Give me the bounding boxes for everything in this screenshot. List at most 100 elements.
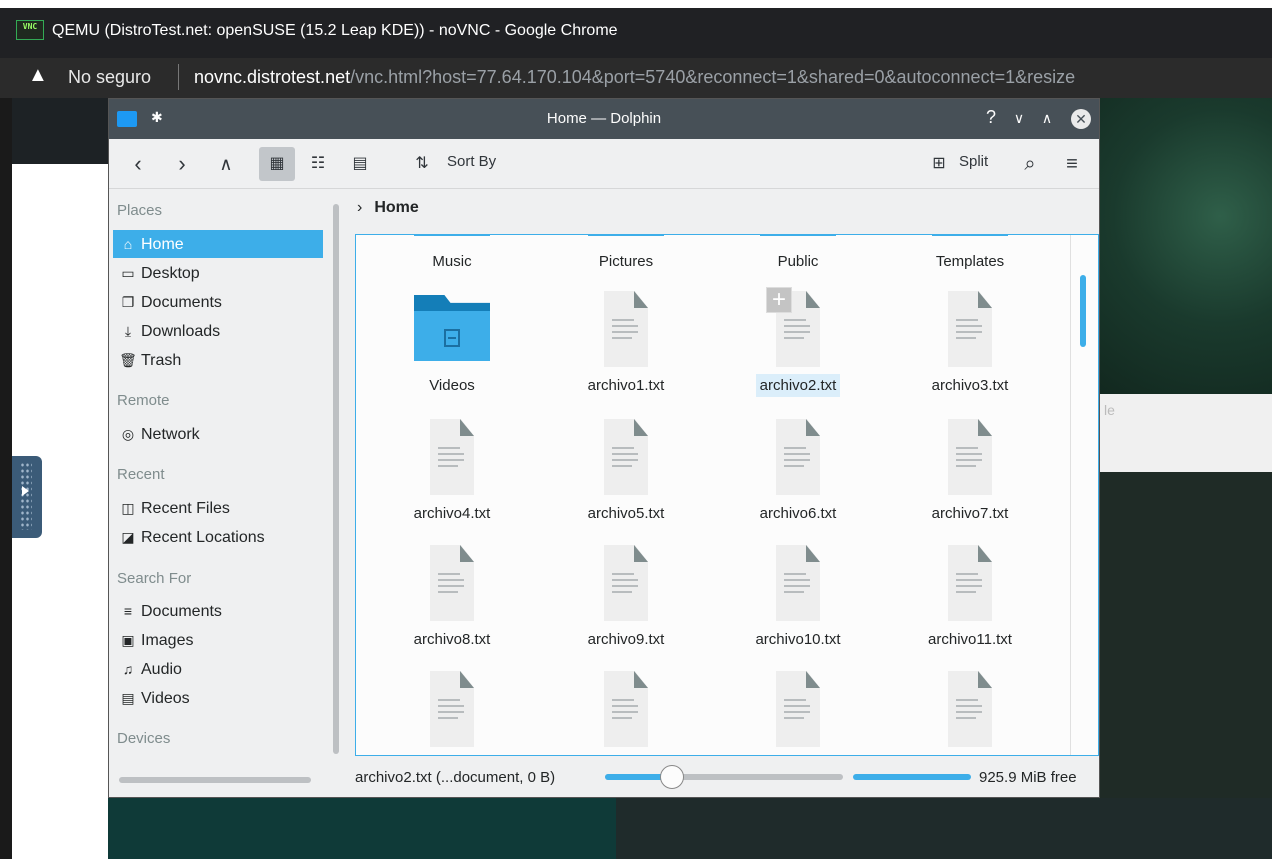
text-file-icon	[430, 671, 474, 747]
file-item[interactable]	[372, 671, 532, 755]
maximize-icon[interactable]: ∧	[1035, 110, 1059, 127]
file-label: Music	[432, 253, 472, 270]
novnc-control-bar-handle[interactable]	[12, 456, 42, 538]
text-file-icon	[604, 291, 648, 367]
file-item-archivo4[interactable]: archivo4.txt	[372, 419, 532, 547]
file-item-archivo6[interactable]: archivo6.txt	[718, 419, 878, 547]
folder-item-videos[interactable]: Videos	[372, 291, 532, 419]
details-view-icon[interactable]: ▤	[345, 147, 375, 181]
file-item-archivo2[interactable]: + archivo2.txt	[718, 287, 878, 419]
text-file-icon	[948, 545, 992, 621]
file-label: archivo6.txt	[759, 505, 837, 522]
places-scrollbar[interactable]	[333, 204, 339, 754]
file-label: archivo5.txt	[587, 505, 665, 522]
dolphin-window: ✱ Home — Dolphin ? ∨ ∧ ✕ ‹ › ∧ ▦ ☷ ▤ ⇅ S…	[108, 98, 1100, 798]
file-item[interactable]	[718, 671, 878, 755]
text-file-icon	[430, 419, 474, 495]
file-item-archivo1[interactable]: archivo1.txt	[546, 291, 706, 419]
places-panel: Places ⌂ Home ▭ Desktop ❐ Documents ⤓ Downlo…	[109, 190, 339, 770]
search-for-header: Search For	[117, 570, 192, 587]
sort-icon[interactable]: ⇅	[409, 147, 435, 181]
network-icon: ◎	[121, 426, 135, 442]
places-item-trash[interactable]: 🗑 Trash	[113, 346, 323, 374]
breadcrumb[interactable]: › Home	[357, 199, 419, 217]
up-icon[interactable]: ∧	[211, 147, 241, 181]
places-item-recent-files[interactable]: ◫ Recent Files	[113, 494, 323, 522]
file-item-archivo3[interactable]: archivo3.txt	[890, 291, 1050, 419]
desktop-icon: ▭	[121, 265, 135, 281]
desktop-wallpaper	[1100, 98, 1272, 394]
icons-view-icon[interactable]: ▦	[259, 147, 295, 181]
vnc-logo-icon: VNC	[16, 20, 44, 40]
free-space-bar[interactable]	[853, 774, 971, 780]
browser-frame: VNC QEMU (DistroTest.net: openSUSE (15.2…	[0, 0, 1272, 58]
url-text[interactable]: novnc.distrotest.net/vnc.html?host=77.64…	[194, 67, 1075, 88]
places-item-search-videos[interactable]: ▤ Videos	[113, 684, 323, 712]
places-item-search-images[interactable]: ▣ Images	[113, 626, 323, 654]
sort-by-button[interactable]: Sort By	[447, 153, 496, 170]
file-view-scrollbar[interactable]	[1080, 275, 1086, 347]
file-label: Public	[777, 253, 819, 270]
warning-icon[interactable]: ▲	[28, 64, 48, 87]
file-item-archivo7[interactable]: archivo7.txt	[890, 419, 1050, 547]
file-item-archivo8[interactable]: archivo8.txt	[372, 545, 532, 673]
desktop-bottom-left	[108, 798, 616, 859]
minimize-icon[interactable]: ∨	[1007, 110, 1031, 127]
security-label[interactable]: No seguro	[68, 67, 151, 88]
recent-files-icon: ◫	[121, 500, 135, 516]
file-label: archivo8.txt	[413, 631, 491, 648]
video-icon: ▤	[121, 690, 135, 706]
back-icon[interactable]: ‹	[123, 147, 153, 181]
breadcrumb-chevron-icon: ›	[357, 199, 363, 216]
compact-view-icon[interactable]: ☷	[303, 147, 333, 181]
places-item-documents[interactable]: ❐ Documents	[113, 288, 323, 316]
places-item-search-audio[interactable]: ♫ Audio	[113, 655, 323, 683]
close-icon[interactable]: ✕	[1071, 109, 1091, 129]
places-item-downloads[interactable]: ⤓ Downloads	[113, 317, 323, 345]
search-icon[interactable]: ⌕	[1015, 147, 1045, 181]
text-file-icon	[948, 291, 992, 367]
url-path: /vnc.html?host=77.64.170.104&port=5740&r…	[350, 67, 1076, 87]
file-item-archivo11[interactable]: archivo11.txt	[890, 545, 1050, 673]
places-item-search-documents[interactable]: ≡ Documents	[113, 597, 323, 625]
file-label: archivo3.txt	[931, 377, 1009, 394]
text-file-icon	[604, 545, 648, 621]
vnc-dark-column	[0, 164, 12, 859]
places-item-home[interactable]: ⌂ Home	[113, 230, 323, 258]
split-icon[interactable]: ⊞	[927, 147, 951, 181]
file-label: archivo7.txt	[931, 505, 1009, 522]
places-item-desktop[interactable]: ▭ Desktop	[113, 259, 323, 287]
grip-icon	[20, 462, 32, 530]
file-label: archivo11.txt	[928, 631, 1012, 648]
window-titlebar[interactable]: ✱ Home — Dolphin ? ∨ ∧ ✕	[109, 99, 1099, 139]
background-window: le	[1100, 394, 1272, 472]
videos-folder-icon	[414, 295, 490, 361]
downloads-icon: ⤓	[124, 323, 132, 339]
help-icon[interactable]: ?	[979, 107, 1003, 128]
breadcrumb-home[interactable]: Home	[374, 199, 418, 216]
window-title: Home — Dolphin	[546, 110, 662, 127]
recent-header: Recent	[117, 466, 165, 483]
folder-edge	[932, 235, 1008, 236]
file-item[interactable]	[546, 671, 706, 755]
text-file-icon	[604, 671, 648, 747]
file-item-archivo10[interactable]: archivo10.txt	[718, 545, 878, 673]
menu-icon[interactable]: ≡	[1057, 147, 1087, 181]
select-plus-icon[interactable]: +	[766, 287, 792, 313]
browser-titlebar: VNC QEMU (DistroTest.net: openSUSE (15.2…	[0, 8, 1272, 58]
file-item-archivo5[interactable]: archivo5.txt	[546, 419, 706, 547]
image-icon: ▣	[121, 632, 135, 648]
text-document-icon: ≡	[123, 603, 133, 619]
zoom-slider-handle[interactable]	[659, 765, 684, 789]
split-button[interactable]: Split	[959, 153, 988, 170]
file-item-archivo9[interactable]: archivo9.txt	[546, 545, 706, 673]
text-file-icon	[776, 671, 820, 747]
places-item-network[interactable]: ◎ Network	[113, 420, 323, 448]
file-view[interactable]: Music Pictures Public Templates Videos a…	[355, 234, 1099, 756]
places-item-recent-locations[interactable]: ◪ Recent Locations	[113, 523, 323, 551]
address-bar[interactable]: ▲ No seguro novnc.distrotest.net/vnc.htm…	[0, 58, 1272, 98]
places-horizontal-scrollbar[interactable]	[119, 777, 311, 783]
file-item[interactable]	[890, 671, 1050, 755]
recent-locations-icon: ◪	[121, 529, 135, 545]
forward-icon[interactable]: ›	[167, 147, 197, 181]
